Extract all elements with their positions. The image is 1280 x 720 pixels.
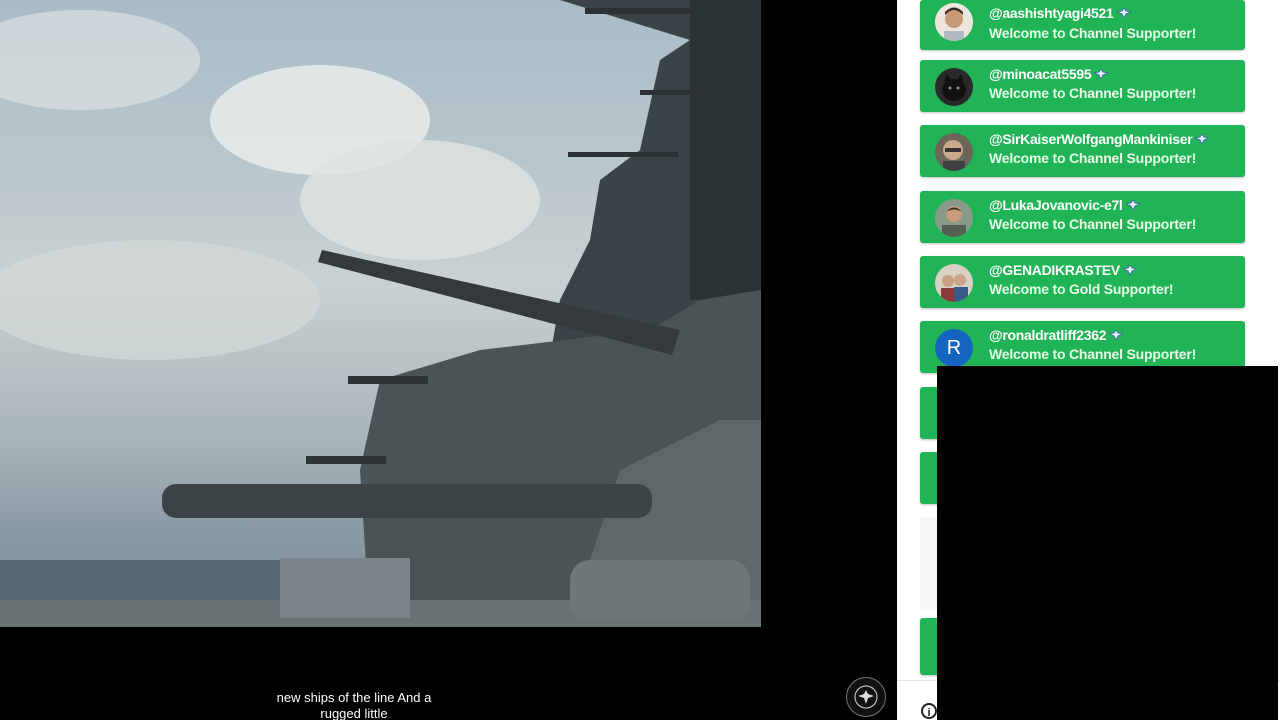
message-text: Welcome to Channel Supporter! (989, 216, 1197, 232)
message-text: Welcome to Channel Supporter! (989, 150, 1197, 166)
eagle-badge-icon (1195, 134, 1210, 144)
message-author[interactable]: @GENADIKRASTEV (989, 262, 1137, 278)
eagle-logo-icon (854, 685, 878, 709)
eagle-badge-icon (1122, 265, 1137, 275)
membership-message[interactable]: @LukaJovanovic-e7l Welcome to Channel Su… (920, 191, 1245, 243)
author-name: @LukaJovanovic-e7l (989, 197, 1123, 213)
author-name: @SirKaiserWolfgangMankiniser (989, 131, 1193, 147)
message-text: Welcome to Channel Supporter! (989, 25, 1197, 41)
caption-line-1: new ships of the line And a (276, 690, 432, 705)
membership-message[interactable]: @minoacat5595 Welcome to Channel Support… (920, 60, 1245, 112)
message-author[interactable]: @minoacat5595 (989, 66, 1109, 82)
eagle-badge-icon (1094, 69, 1109, 79)
avatar[interactable]: R (935, 329, 973, 367)
eagle-badge-icon (1116, 8, 1131, 18)
video-caption: new ships of the line And a rugged littl… (254, 690, 454, 720)
avatar[interactable] (935, 199, 973, 237)
message-author[interactable]: @SirKaiserWolfgangMankiniser (989, 131, 1210, 147)
avatar[interactable] (935, 133, 973, 171)
eagle-badge-icon (1125, 200, 1140, 210)
channel-watermark[interactable] (846, 677, 886, 717)
video-frame[interactable] (0, 0, 761, 627)
caption-line-2: rugged little (320, 706, 388, 720)
author-name: @ronaldratliff2362 (989, 327, 1107, 343)
author-name: @minoacat5595 (989, 66, 1092, 82)
message-author[interactable]: @aashishtyagi4521 (989, 5, 1131, 21)
message-text: Welcome to Gold Supporter! (989, 281, 1174, 297)
info-icon[interactable]: i (921, 703, 937, 719)
author-name: @GENADIKRASTEV (989, 262, 1120, 278)
video-player[interactable]: new ships of the line And a rugged littl… (0, 0, 897, 720)
avatar[interactable] (935, 68, 973, 106)
membership-message[interactable]: @GENADIKRASTEV Welcome to Gold Supporter… (920, 256, 1245, 308)
author-name: @aashishtyagi4521 (989, 5, 1114, 21)
message-author[interactable]: @LukaJovanovic-e7l (989, 197, 1140, 213)
message-author[interactable]: @ronaldratliff2362 (989, 327, 1124, 343)
eagle-badge-icon (1109, 330, 1124, 340)
membership-message[interactable]: @SirKaiserWolfgangMankiniser Welcome to … (920, 125, 1245, 177)
message-text: Welcome to Channel Supporter! (989, 85, 1197, 101)
avatar-letter: R (946, 336, 962, 359)
message-text: Welcome to Channel Supporter! (989, 346, 1197, 362)
avatar[interactable] (935, 264, 973, 302)
black-overlay (937, 366, 1278, 720)
battleship-scene (0, 0, 761, 627)
avatar[interactable] (935, 3, 973, 41)
membership-message[interactable]: @aashishtyagi4521 Welcome to Channel Sup… (920, 0, 1245, 50)
